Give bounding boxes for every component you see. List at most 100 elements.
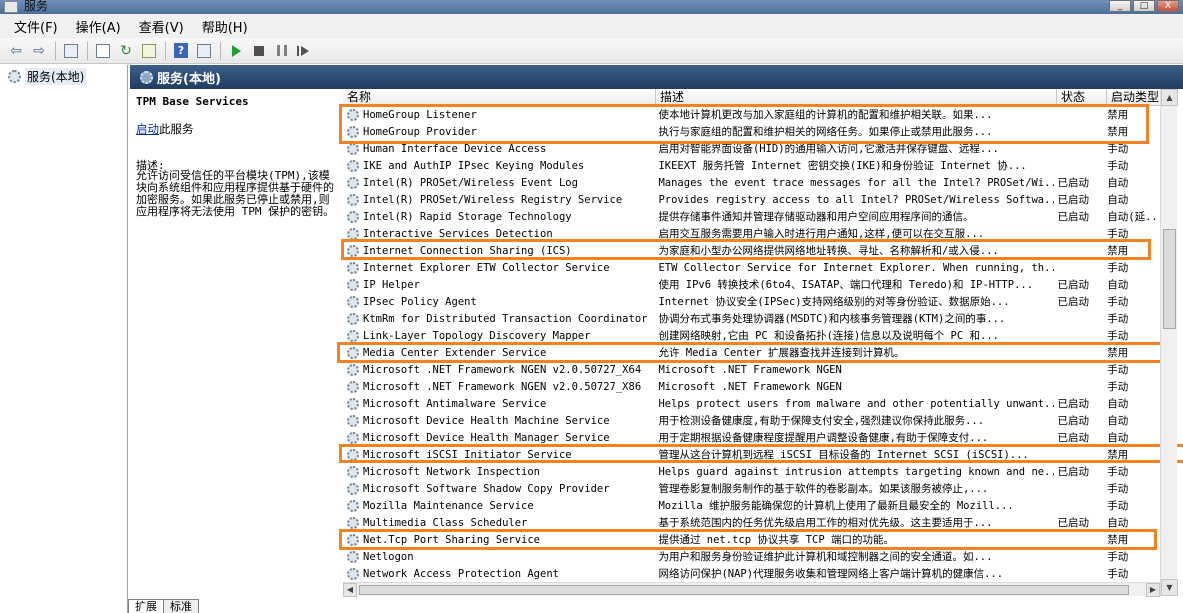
- service-name: Intel(R) Rapid Storage Technology: [363, 210, 572, 223]
- table-row[interactable]: Microsoft .NET Framework NGEN v2.0.50727…: [343, 378, 1163, 395]
- service-name: Internet Explorer ETW Collector Service: [363, 261, 610, 274]
- table-row[interactable]: Microsoft Network Inspection Helps guard …: [343, 463, 1163, 480]
- toolbar-separator: [165, 41, 166, 60]
- properties-icon[interactable]: [93, 41, 113, 61]
- window-titlebar: 服务 _ □ X: [0, 0, 1183, 14]
- start-service-link[interactable]: 启动: [136, 122, 159, 136]
- service-description: 用于检测设备健康度,有助于保障支付安全,强烈建议你保持此服务...: [658, 415, 985, 427]
- tab-standard[interactable]: 标准: [163, 599, 199, 613]
- table-row[interactable]: Microsoft Software Shadow Copy Provider 管…: [343, 480, 1163, 497]
- highlight-nettcp: [339, 529, 1157, 550]
- service-details-pane: TPM Base Services 启动此服务 描述: 允许访问受信任的平台模块…: [130, 89, 335, 599]
- selected-service-title: TPM Base Services: [136, 95, 249, 108]
- service-name-cell: IKE and AuthIP IPsec Keying Modules: [343, 159, 654, 172]
- service-status: 已启动: [1057, 177, 1090, 189]
- table-row[interactable]: Mozilla Maintenance Service Mozilla 维护服务能…: [343, 497, 1163, 514]
- menu-action[interactable]: 操作(A): [68, 17, 129, 36]
- service-startup-type: 手动: [1107, 296, 1129, 308]
- service-name-cell: Intel(R) PROSet/Wireless Event Log: [343, 176, 654, 189]
- menu-bar: 文件(F) 操作(A) 查看(V) 帮助(H): [0, 14, 1183, 38]
- highlight-homegroup: [339, 104, 1149, 144]
- console-tree-icon[interactable]: [61, 41, 81, 61]
- vertical-scrollbar[interactable]: ▲ ▼: [1160, 89, 1178, 596]
- table-row[interactable]: IKE and AuthIP IPsec Keying Modules IKEEX…: [343, 157, 1163, 174]
- service-startup-type: 手动: [1107, 568, 1129, 580]
- service-name: Microsoft Network Inspection: [363, 465, 541, 478]
- service-description: 提供存储事件通知并管理存储驱动器和用户空间应用程序间的通信。: [658, 211, 974, 223]
- table-row[interactable]: Intel(R) Rapid Storage Technology 提供存储事件通…: [343, 208, 1163, 225]
- restart-icon[interactable]: [295, 41, 315, 61]
- service-name-cell: KtmRm for Distributed Transaction Coordi…: [343, 312, 654, 325]
- service-description: 用于定期根据设备健康程度提醒用户调整设备健康,有助于保障支付...: [658, 432, 989, 444]
- column-description[interactable]: 描述: [656, 89, 1057, 105]
- column-status[interactable]: 状态: [1057, 89, 1107, 105]
- service-gear-icon: [347, 295, 359, 308]
- service-gear-icon: [347, 499, 359, 512]
- service-name-cell: IP Helper: [343, 278, 654, 291]
- service-gear-icon: [347, 397, 359, 410]
- refresh-icon[interactable]: ↻: [116, 41, 136, 61]
- pause-icon[interactable]: [272, 41, 292, 61]
- menu-help[interactable]: 帮助(H): [194, 17, 256, 36]
- service-startup-type: 手动: [1107, 160, 1129, 172]
- export-list-icon[interactable]: [139, 41, 159, 61]
- main-header: 服务(本地): [130, 65, 1183, 89]
- help-icon[interactable]: ?: [171, 41, 191, 61]
- table-row[interactable]: Microsoft .NET Framework NGEN v2.0.50727…: [343, 361, 1163, 378]
- service-description: 使用 IPv6 转换技术(6to4、ISATAP、端口代理和 Teredo)和 …: [658, 279, 1034, 291]
- service-description: Manages the event trace messages for all…: [658, 176, 1054, 189]
- service-gear-icon: [347, 227, 359, 240]
- scroll-right-icon[interactable]: ▶: [1146, 583, 1160, 597]
- service-status: 已启动: [1057, 432, 1090, 444]
- menu-file[interactable]: 文件(F): [6, 17, 66, 36]
- service-startup-type: 手动: [1107, 364, 1129, 376]
- minimize-button[interactable]: _: [1109, 0, 1131, 12]
- service-startup-type: 手动: [1107, 381, 1129, 393]
- scroll-up-icon[interactable]: ▲: [1161, 89, 1178, 106]
- table-row[interactable]: Internet Explorer ETW Collector Service E…: [343, 259, 1163, 276]
- close-button[interactable]: X: [1157, 0, 1179, 12]
- hscroll-thumb[interactable]: [359, 585, 1129, 595]
- start-icon[interactable]: [226, 41, 246, 61]
- service-gear-icon: [347, 550, 359, 563]
- table-row[interactable]: IPsec Policy Agent Internet 协议安全(IPSec)支持…: [343, 293, 1163, 310]
- service-gear-icon: [347, 431, 359, 444]
- table-row[interactable]: Intel(R) PROSet/Wireless Event Log Manage…: [343, 174, 1163, 191]
- column-name[interactable]: 名称: [343, 89, 656, 105]
- maximize-button[interactable]: □: [1133, 0, 1155, 12]
- service-status: 已启动: [1057, 517, 1090, 529]
- tab-extended[interactable]: 扩展: [128, 599, 164, 613]
- scroll-thumb[interactable]: [1163, 229, 1176, 329]
- scroll-down-icon[interactable]: ▼: [1161, 579, 1178, 596]
- table-row[interactable]: Microsoft Device Health Machine Service 用…: [343, 412, 1163, 429]
- service-gear-icon: [347, 329, 359, 342]
- service-name: Microsoft Antimalware Service: [363, 397, 547, 410]
- horizontal-scrollbar[interactable]: ◀ ▶: [343, 582, 1160, 597]
- table-row[interactable]: Netlogon 为用户和服务身份验证维护此计算机和域控制器之间的安全通道。如..…: [343, 548, 1163, 565]
- service-startup-type: 自动: [1107, 432, 1129, 444]
- properties-icon-2[interactable]: [194, 41, 214, 61]
- view-tabs: 扩展 标准: [128, 598, 199, 613]
- service-name: Microsoft .NET Framework NGEN v2.0.50727…: [363, 380, 642, 393]
- forward-arrow-icon[interactable]: ⇨: [29, 41, 49, 61]
- scroll-left-icon[interactable]: ◀: [343, 583, 357, 597]
- table-row[interactable]: IP Helper 使用 IPv6 转换技术(6to4、ISATAP、端口代理和 …: [343, 276, 1163, 293]
- table-row[interactable]: Network Access Protection Agent 网络访问保护(NA…: [343, 565, 1163, 582]
- gear-icon: [140, 70, 153, 84]
- service-name-cell: Human Interface Device Access: [343, 142, 654, 155]
- back-arrow-icon[interactable]: ⇦: [6, 41, 26, 61]
- menu-view[interactable]: 查看(V): [131, 17, 192, 36]
- service-description: Helps guard against intrusion attempts t…: [658, 465, 1054, 478]
- table-row[interactable]: KtmRm for Distributed Transaction Coordi…: [343, 310, 1163, 327]
- service-startup-type: 手动: [1107, 330, 1129, 342]
- service-description: Microsoft .NET Framework NGEN: [658, 363, 842, 376]
- stop-icon[interactable]: [249, 41, 269, 61]
- table-row[interactable]: Microsoft Antimalware Service Helps prote…: [343, 395, 1163, 412]
- table-row[interactable]: Intel(R) PROSet/Wireless Registry Servic…: [343, 191, 1163, 208]
- service-status: 已启动: [1057, 415, 1090, 427]
- tree-item-services-local[interactable]: 服务(本地): [8, 68, 87, 85]
- service-startup-type: 自动(延...: [1107, 211, 1163, 223]
- service-name-cell: Microsoft Device Health Manager Service: [343, 431, 654, 444]
- service-gear-icon: [347, 176, 359, 189]
- service-name-cell: Multimedia Class Scheduler: [343, 516, 654, 529]
